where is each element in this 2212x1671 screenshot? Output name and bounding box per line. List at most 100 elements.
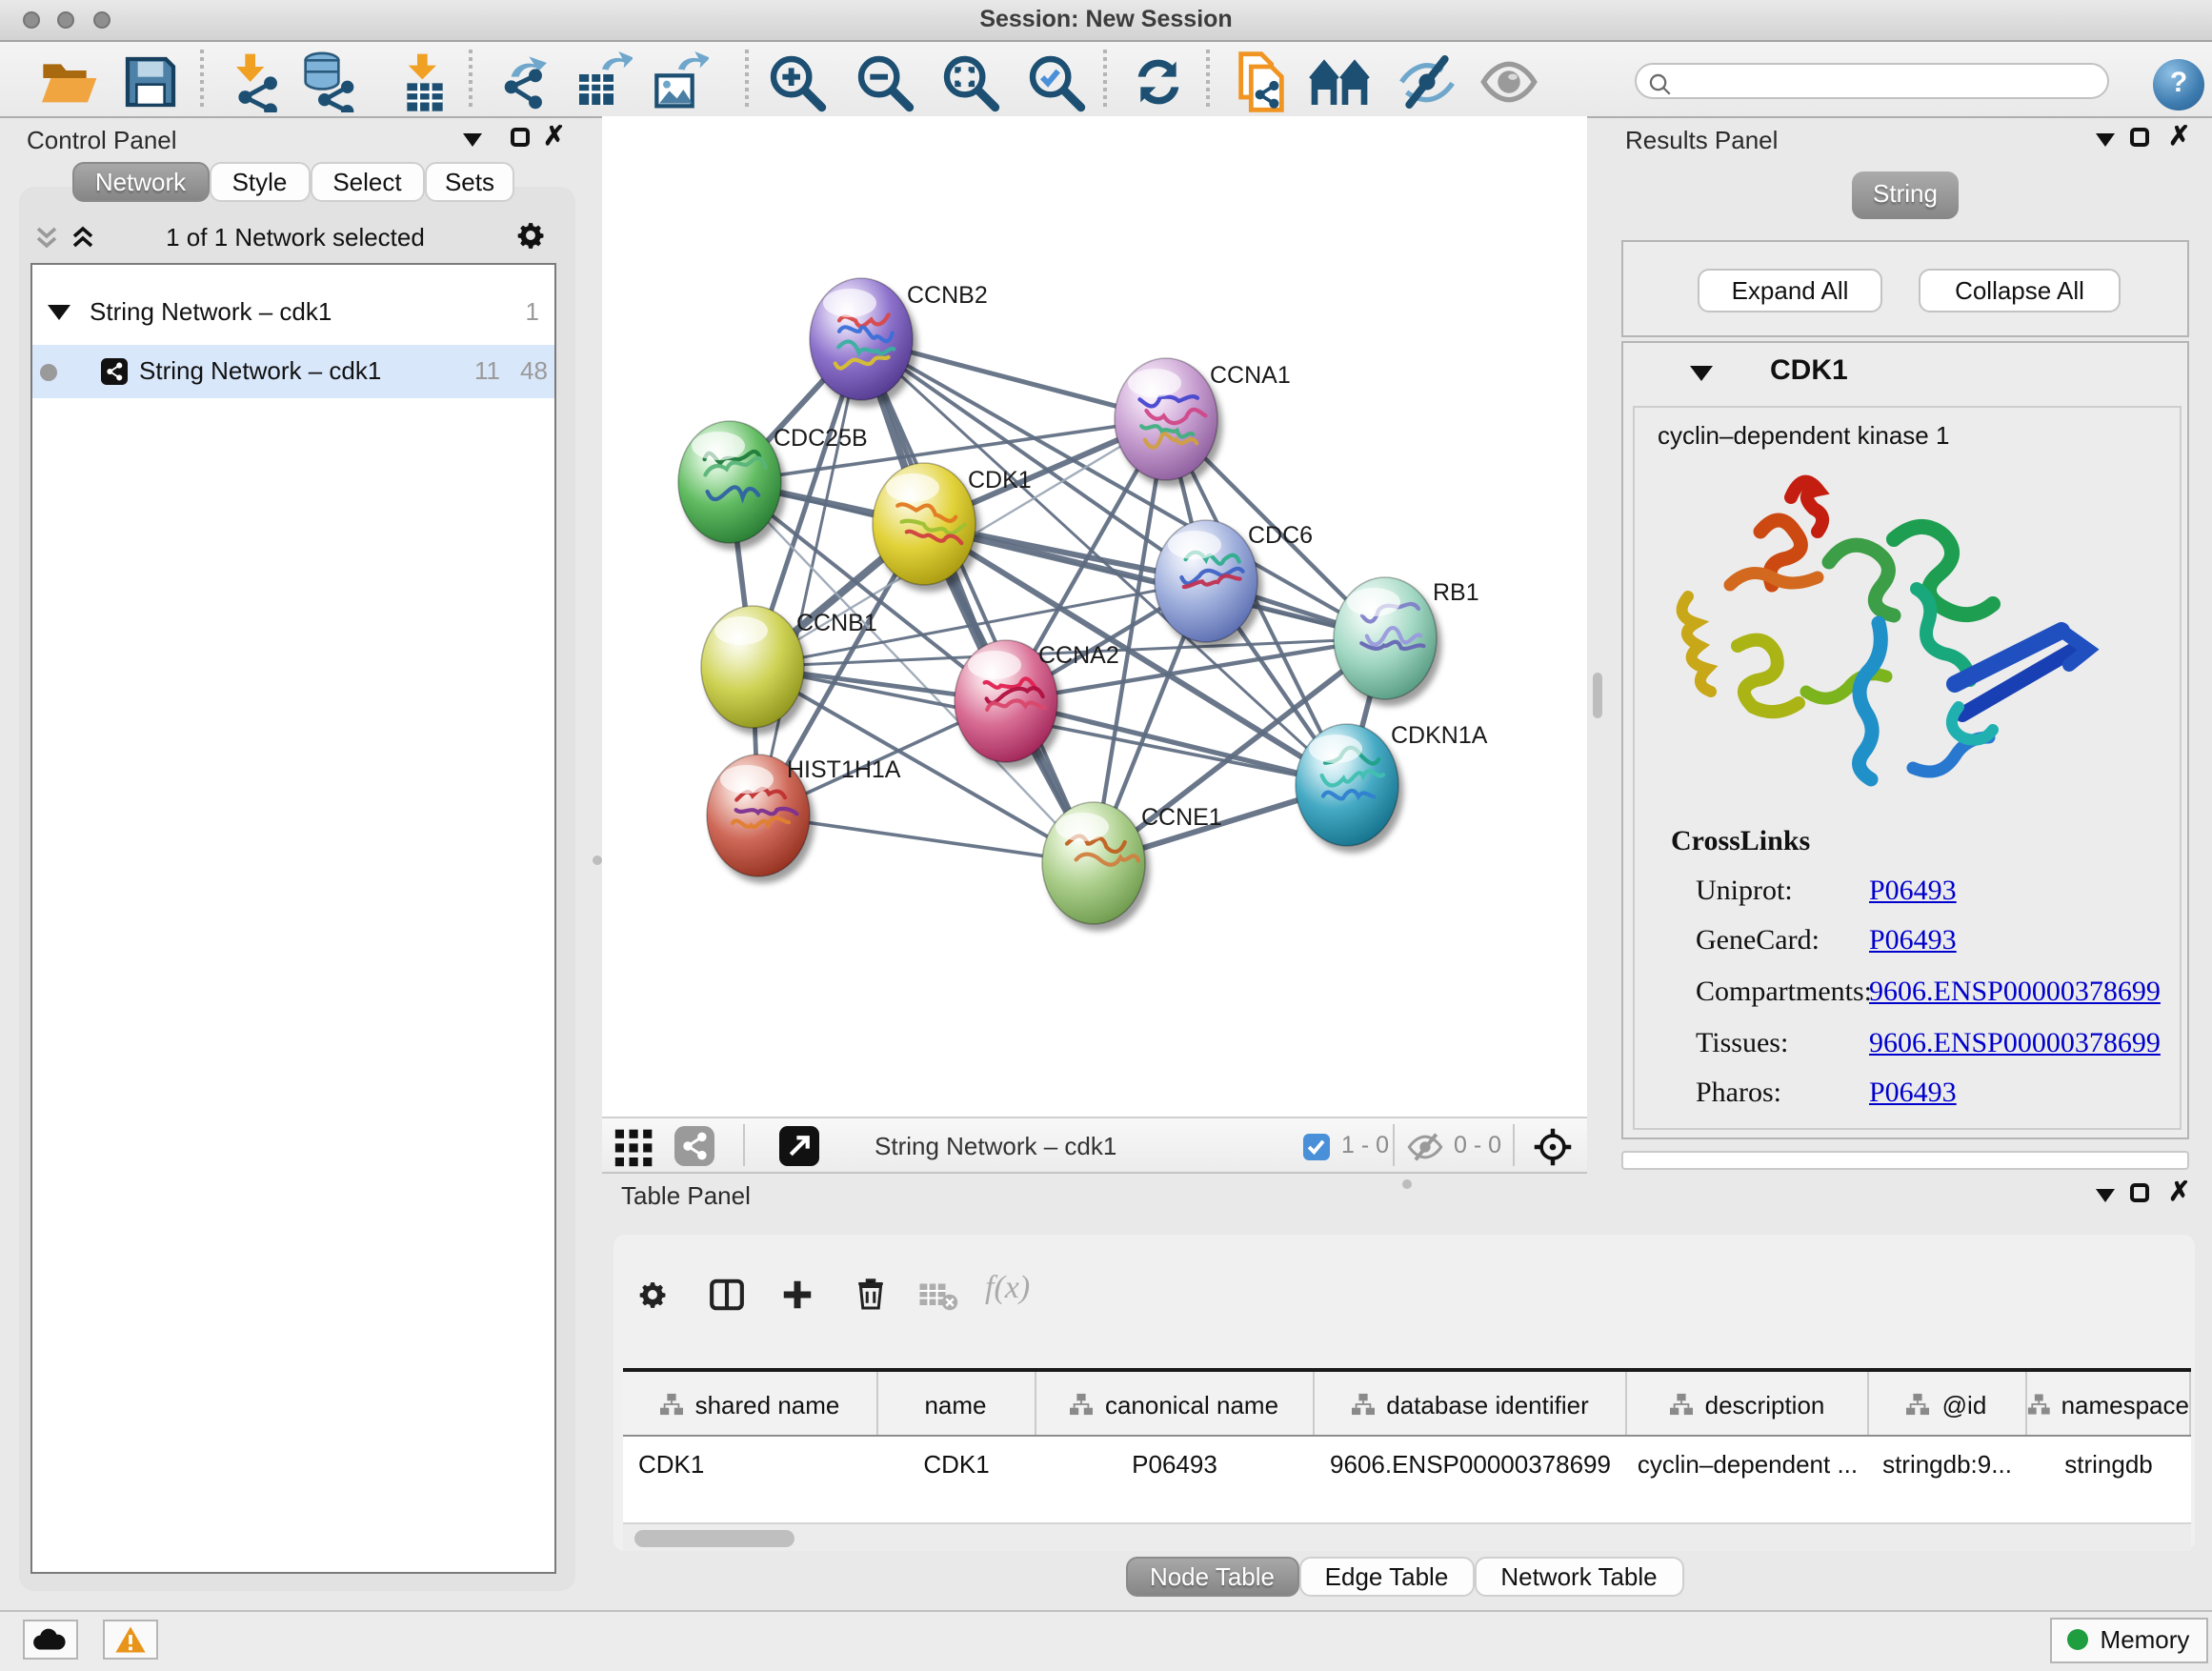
column-header-name[interactable]: name <box>877 1372 1036 1437</box>
network-node-CCNA2[interactable]: CCNA2 <box>955 640 1119 762</box>
network-node-RB1[interactable]: RB1 <box>1334 577 1479 699</box>
table-panel-collapse-icon[interactable] <box>2096 1189 2115 1202</box>
tab-network[interactable]: Network <box>71 162 210 201</box>
network-node-HIST1H1A[interactable]: HIST1H1A <box>707 755 901 876</box>
network-row-selected[interactable]: String Network – cdk1 11 48 <box>32 345 554 398</box>
crosslink-link[interactable]: 9606.ENSP00000378699 <box>1869 977 2161 1010</box>
tab-sets[interactable]: Sets <box>425 162 514 201</box>
zoom-in-icon[interactable] <box>766 51 827 112</box>
results-panel-title: Results Panel <box>1625 126 1778 154</box>
network-canvas[interactable]: CCNB2 CCNA1 CDC25BCDK1 CDC6 RB1 CCNB1 CCNA2 CDK… <box>602 116 1587 1117</box>
column-header-databaseidentifier[interactable]: database identifier <box>1314 1372 1627 1437</box>
import-table-file-icon[interactable] <box>394 51 455 112</box>
string-homes-icon[interactable] <box>1309 51 1370 112</box>
network-node-CCNE1[interactable]: CCNE1 <box>1042 802 1222 924</box>
results-panel-collapse-icon[interactable] <box>2096 133 2115 147</box>
column-header-sharedname[interactable]: shared name <box>623 1372 877 1437</box>
table-options-gear-icon[interactable] <box>636 1278 669 1311</box>
add-column-icon[interactable] <box>779 1277 815 1313</box>
table-cell[interactable]: stringdb:9... <box>1868 1437 2026 1490</box>
zoom-selected-icon[interactable] <box>1025 51 1086 112</box>
results-panel-close-icon[interactable]: ✗ <box>2168 126 2190 145</box>
table-panel-float-icon[interactable] <box>2130 1183 2149 1202</box>
network-node-CCNB1[interactable]: CCNB1 <box>701 606 877 728</box>
table-panel-title: Table Panel <box>621 1181 751 1210</box>
show-columns-icon[interactable] <box>709 1277 745 1313</box>
crosslink-link[interactable]: P06493 <box>1869 876 1957 908</box>
column-header-namespace[interactable]: namespace <box>2026 1372 2191 1437</box>
table-panel-close-icon[interactable]: ✗ <box>2168 1181 2190 1200</box>
collection-expand-caret-icon[interactable] <box>48 305 70 320</box>
delete-column-icon[interactable] <box>854 1277 888 1311</box>
zoom-out-icon[interactable] <box>854 51 915 112</box>
export-table-icon[interactable] <box>572 51 633 112</box>
network-view-toolbar: String Network – cdk1 1 - 0 0 - 0 <box>602 1117 1587 1174</box>
tab-network-table[interactable]: Network Table <box>1474 1557 1684 1597</box>
search-box[interactable] <box>1635 63 2109 99</box>
column-header-canonicalname[interactable]: canonical name <box>1036 1372 1314 1437</box>
search-input[interactable] <box>1682 67 2100 99</box>
control-panel-close-icon[interactable]: ✗ <box>543 126 565 145</box>
tab-string[interactable]: String <box>1852 171 1959 218</box>
results-horizontal-scrollbar[interactable] <box>1621 1151 2189 1170</box>
table-scrollbar-thumb[interactable] <box>634 1529 794 1546</box>
hide-unhide-icon[interactable] <box>1397 51 1458 112</box>
toolbar-separator <box>745 50 749 107</box>
control-panel-collapse-icon[interactable] <box>463 133 482 147</box>
column-header-description[interactable]: description <box>1627 1372 1868 1437</box>
collapse-all-chevron-icon[interactable] <box>32 223 61 252</box>
network-edge[interactable] <box>758 339 861 815</box>
help-button[interactable]: ? <box>2153 59 2204 111</box>
left-splitter-handle[interactable] <box>592 856 601 865</box>
table-cell[interactable]: cyclin–dependent ... <box>1627 1437 1868 1490</box>
tab-edge-table[interactable]: Edge Table <box>1299 1557 1474 1597</box>
cloud-button[interactable] <box>22 1620 77 1660</box>
network-node-CCNA1[interactable]: CCNA1 <box>1115 358 1291 480</box>
table-cell[interactable]: 9606.ENSP00000378699 <box>1314 1437 1627 1490</box>
expand-all-chevron-icon[interactable] <box>69 223 97 252</box>
import-network-database-icon[interactable] <box>299 51 360 112</box>
table-cell[interactable]: P06493 <box>1036 1437 1314 1490</box>
network-node-CDK1[interactable]: CDK1 <box>873 463 1032 585</box>
refresh-icon[interactable] <box>1128 51 1189 112</box>
results-panel-float-icon[interactable] <box>2130 128 2149 147</box>
network-collection-row[interactable]: String Network – cdk1 1 <box>32 288 554 341</box>
collapse-all-button[interactable]: Collapse All <box>1919 268 2121 312</box>
warnings-button[interactable] <box>103 1620 158 1660</box>
table-horizontal-scrollbar[interactable] <box>623 1522 2191 1551</box>
import-network-file-icon[interactable] <box>225 51 286 112</box>
stringify-network-icon[interactable] <box>1231 51 1292 112</box>
control-panel-float-icon[interactable] <box>511 128 530 147</box>
tab-style[interactable]: Style <box>210 162 310 201</box>
table-cell[interactable]: stringdb <box>2026 1437 2191 1490</box>
tab-node-table[interactable]: Node Table <box>1125 1557 1299 1597</box>
crosslink-link[interactable]: 9606.ENSP00000378699 <box>1869 1029 2161 1061</box>
tab-select[interactable]: Select <box>310 162 425 201</box>
fit-content-crosshair-icon[interactable] <box>1532 1125 1574 1167</box>
grid-view-icon[interactable] <box>613 1126 655 1168</box>
gene-collapse-caret-icon[interactable] <box>1690 366 1713 381</box>
birds-eye-view-icon[interactable] <box>779 1126 819 1166</box>
network-node-CCNB2[interactable]: CCNB2 <box>810 278 988 400</box>
network-options-gear-icon[interactable] <box>514 218 547 251</box>
column-header-id[interactable]: @id <box>1868 1372 2026 1437</box>
crosslink-link[interactable]: P06493 <box>1869 926 1957 958</box>
network-edge[interactable] <box>861 339 1094 863</box>
export-network-icon[interactable] <box>493 51 554 112</box>
crosslink-link[interactable]: P06493 <box>1869 1078 1957 1111</box>
right-splitter-handle[interactable] <box>1592 673 1602 718</box>
zoom-fit-icon[interactable] <box>939 51 1000 112</box>
network-node-CDC6[interactable]: CDC6 <box>1155 520 1313 642</box>
open-session-icon[interactable] <box>38 51 99 112</box>
table-cell[interactable]: CDK1 <box>877 1437 1036 1490</box>
network-node-CDKN1A[interactable]: CDKN1A <box>1296 722 1488 846</box>
expand-all-button[interactable]: Expand All <box>1698 268 1882 312</box>
save-session-icon[interactable] <box>120 51 181 112</box>
bottom-splitter-handle[interactable] <box>1402 1178 1412 1188</box>
memory-button[interactable]: Memory <box>2050 1617 2207 1662</box>
network-node-CDC25B[interactable]: CDC25B <box>678 421 868 543</box>
table-cell[interactable]: CDK1 <box>623 1437 877 1490</box>
export-image-icon[interactable] <box>648 51 709 112</box>
network-node-label: CDC6 <box>1248 522 1313 549</box>
selected-checkbox-icon[interactable] <box>1303 1133 1330 1159</box>
